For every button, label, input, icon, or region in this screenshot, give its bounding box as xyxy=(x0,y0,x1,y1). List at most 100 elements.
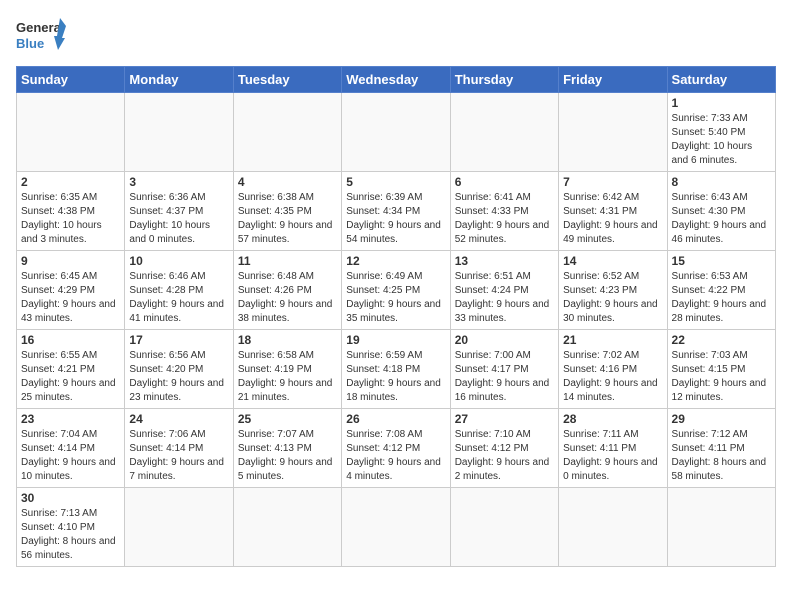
calendar-cell: 12Sunrise: 6:49 AM Sunset: 4:25 PM Dayli… xyxy=(342,251,450,330)
calendar-cell: 29 Sunrise: 7:12 AM Sunset: 4:11 PM Dayli… xyxy=(667,409,775,488)
calendar-cell: 13Sunrise: 6:51 AM Sunset: 4:24 PM Dayli… xyxy=(450,251,558,330)
calendar-cell: 5 Sunrise: 6:39 AM Sunset: 4:34 PM Daylig… xyxy=(342,172,450,251)
day-number: 23 xyxy=(21,412,120,426)
day-number: 6 xyxy=(455,175,554,189)
calendar-cell xyxy=(125,93,233,172)
calendar-cell: 4 Sunrise: 6:38 AM Sunset: 4:35 PM Daylig… xyxy=(233,172,341,251)
calendar-cell: 16 Sunrise: 6:55 AM Sunset: 4:21 PM Dayli… xyxy=(17,330,125,409)
calendar-cell: 24 Sunrise: 7:06 AM Sunset: 4:14 PM Dayli… xyxy=(125,409,233,488)
day-info: Sunrise: 7:10 AM Sunset: 4:12 PM Dayligh… xyxy=(455,428,554,484)
day-number: 20 xyxy=(455,333,554,347)
day-number: 15 xyxy=(672,254,771,268)
day-number: 10 xyxy=(129,254,228,268)
day-number: 26 xyxy=(346,412,445,426)
day-info: Sunrise: 6:42 AM Sunset: 4:31 PM Dayligh… xyxy=(563,191,662,247)
day-info: Sunrise: 6:36 AM Sunset: 4:37 PM Dayligh… xyxy=(129,191,228,247)
day-number: 9 xyxy=(21,254,120,268)
calendar-cell: 25Sunrise: 7:07 AM Sunset: 4:13 PM Dayli… xyxy=(233,409,341,488)
weekday-saturday: Saturday xyxy=(667,67,775,93)
day-info: Sunrise: 6:46 AM Sunset: 4:28 PM Dayligh… xyxy=(129,270,228,326)
day-info: Sunrise: 7:06 AM Sunset: 4:14 PM Dayligh… xyxy=(129,428,228,484)
day-info: Sunrise: 6:38 AM Sunset: 4:35 PM Dayligh… xyxy=(238,191,337,247)
day-info: Sunrise: 6:41 AM Sunset: 4:33 PM Dayligh… xyxy=(455,191,554,247)
day-info: Sunrise: 7:12 AM Sunset: 4:11 PM Dayligh… xyxy=(672,428,771,484)
day-number: 14 xyxy=(563,254,662,268)
calendar-cell: 22 Sunrise: 7:03 AM Sunset: 4:15 PM Dayli… xyxy=(667,330,775,409)
day-info: Sunrise: 6:52 AM Sunset: 4:23 PM Dayligh… xyxy=(563,270,662,326)
day-number: 19 xyxy=(346,333,445,347)
day-number: 11 xyxy=(238,254,337,268)
calendar-cell xyxy=(450,488,558,567)
weekday-sunday: Sunday xyxy=(17,67,125,93)
weekday-header-row: SundayMondayTuesdayWednesdayThursdayFrid… xyxy=(17,67,776,93)
day-number: 17 xyxy=(129,333,228,347)
day-number: 2 xyxy=(21,175,120,189)
day-number: 5 xyxy=(346,175,445,189)
calendar-cell: 10 Sunrise: 6:46 AM Sunset: 4:28 PM Dayli… xyxy=(125,251,233,330)
day-number: 1 xyxy=(672,96,771,110)
calendar-cell xyxy=(17,93,125,172)
day-info: Sunrise: 6:39 AM Sunset: 4:34 PM Dayligh… xyxy=(346,191,445,247)
calendar-cell: 11 Sunrise: 6:48 AM Sunset: 4:26 PM Dayli… xyxy=(233,251,341,330)
calendar-cell xyxy=(125,488,233,567)
calendar-cell: 6 Sunrise: 6:41 AM Sunset: 4:33 PM Daylig… xyxy=(450,172,558,251)
calendar-cell: 8 Sunrise: 6:43 AM Sunset: 4:30 PM Daylig… xyxy=(667,172,775,251)
calendar-cell xyxy=(450,93,558,172)
calendar-cell: 27Sunrise: 7:10 AM Sunset: 4:12 PM Dayli… xyxy=(450,409,558,488)
calendar-table: SundayMondayTuesdayWednesdayThursdayFrid… xyxy=(16,66,776,567)
calendar-cell: 18 Sunrise: 6:58 AM Sunset: 4:19 PM Dayli… xyxy=(233,330,341,409)
svg-text:General: General xyxy=(16,20,64,35)
day-number: 16 xyxy=(21,333,120,347)
day-number: 29 xyxy=(672,412,771,426)
day-info: Sunrise: 7:13 AM Sunset: 4:10 PM Dayligh… xyxy=(21,507,120,563)
calendar-cell: 19Sunrise: 6:59 AM Sunset: 4:18 PM Dayli… xyxy=(342,330,450,409)
svg-text:Blue: Blue xyxy=(16,36,44,51)
day-info: Sunrise: 7:11 AM Sunset: 4:11 PM Dayligh… xyxy=(563,428,662,484)
day-info: Sunrise: 6:49 AM Sunset: 4:25 PM Dayligh… xyxy=(346,270,445,326)
day-number: 7 xyxy=(563,175,662,189)
day-info: Sunrise: 7:07 AM Sunset: 4:13 PM Dayligh… xyxy=(238,428,337,484)
day-info: Sunrise: 6:43 AM Sunset: 4:30 PM Dayligh… xyxy=(672,191,771,247)
calendar-body: 1 Sunrise: 7:33 AM Sunset: 5:40 PM Daylig… xyxy=(17,93,776,567)
day-info: Sunrise: 7:03 AM Sunset: 4:15 PM Dayligh… xyxy=(672,349,771,405)
calendar-cell: 14 Sunrise: 6:52 AM Sunset: 4:23 PM Dayli… xyxy=(559,251,667,330)
weekday-monday: Monday xyxy=(125,67,233,93)
calendar-cell: 26 Sunrise: 7:08 AM Sunset: 4:12 PM Dayli… xyxy=(342,409,450,488)
weekday-thursday: Thursday xyxy=(450,67,558,93)
day-number: 24 xyxy=(129,412,228,426)
calendar-cell: 21 Sunrise: 7:02 AM Sunset: 4:16 PM Dayli… xyxy=(559,330,667,409)
day-info: Sunrise: 6:55 AM Sunset: 4:21 PM Dayligh… xyxy=(21,349,120,405)
calendar-cell xyxy=(559,93,667,172)
logo-svg: General Blue xyxy=(16,16,66,56)
calendar-cell: 15 Sunrise: 6:53 AM Sunset: 4:22 PM Dayli… xyxy=(667,251,775,330)
calendar-cell: 9 Sunrise: 6:45 AM Sunset: 4:29 PM Daylig… xyxy=(17,251,125,330)
weekday-tuesday: Tuesday xyxy=(233,67,341,93)
day-info: Sunrise: 7:02 AM Sunset: 4:16 PM Dayligh… xyxy=(563,349,662,405)
day-number: 4 xyxy=(238,175,337,189)
calendar-cell: 20Sunrise: 7:00 AM Sunset: 4:17 PM Dayli… xyxy=(450,330,558,409)
calendar-cell xyxy=(559,488,667,567)
calendar-cell: 1 Sunrise: 7:33 AM Sunset: 5:40 PM Daylig… xyxy=(667,93,775,172)
calendar-cell: 7 Sunrise: 6:42 AM Sunset: 4:31 PM Daylig… xyxy=(559,172,667,251)
day-number: 18 xyxy=(238,333,337,347)
day-number: 13 xyxy=(455,254,554,268)
weekday-friday: Friday xyxy=(559,67,667,93)
day-info: Sunrise: 6:48 AM Sunset: 4:26 PM Dayligh… xyxy=(238,270,337,326)
logo: General Blue xyxy=(16,16,66,56)
day-number: 21 xyxy=(563,333,662,347)
weekday-wednesday: Wednesday xyxy=(342,67,450,93)
calendar-cell xyxy=(342,488,450,567)
day-info: Sunrise: 7:33 AM Sunset: 5:40 PM Dayligh… xyxy=(672,112,771,168)
day-number: 22 xyxy=(672,333,771,347)
calendar-cell: 2Sunrise: 6:35 AM Sunset: 4:38 PM Daylig… xyxy=(17,172,125,251)
day-info: Sunrise: 6:45 AM Sunset: 4:29 PM Dayligh… xyxy=(21,270,120,326)
day-info: Sunrise: 6:58 AM Sunset: 4:19 PM Dayligh… xyxy=(238,349,337,405)
day-number: 30 xyxy=(21,491,120,505)
calendar-cell: 23Sunrise: 7:04 AM Sunset: 4:14 PM Dayli… xyxy=(17,409,125,488)
calendar-cell xyxy=(233,93,341,172)
page-header: General Blue xyxy=(16,16,776,56)
day-info: Sunrise: 7:08 AM Sunset: 4:12 PM Dayligh… xyxy=(346,428,445,484)
calendar-cell: 3Sunrise: 6:36 AM Sunset: 4:37 PM Daylig… xyxy=(125,172,233,251)
day-info: Sunrise: 6:53 AM Sunset: 4:22 PM Dayligh… xyxy=(672,270,771,326)
day-number: 8 xyxy=(672,175,771,189)
